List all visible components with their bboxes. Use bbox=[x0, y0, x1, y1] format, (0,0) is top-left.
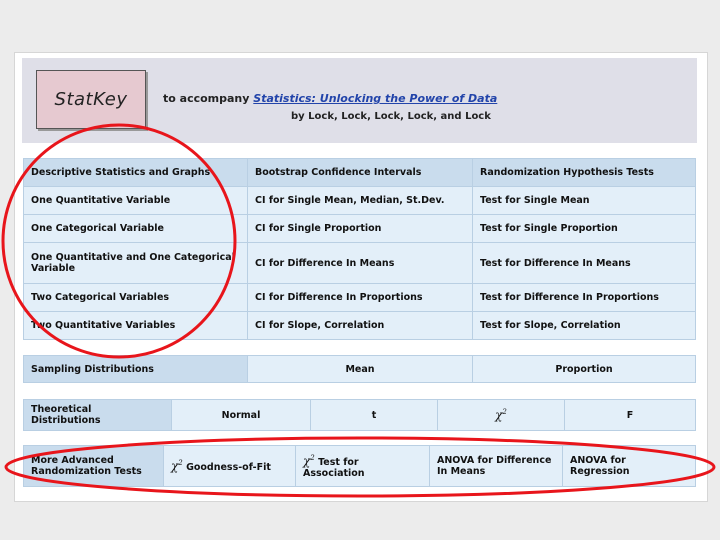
book-title-link[interactable]: Statistics: Unlocking the Power of Data bbox=[253, 92, 497, 105]
table-row: Two Quantitative Variables CI for Slope,… bbox=[23, 311, 696, 340]
randomization-link[interactable]: Test for Difference In Means bbox=[472, 242, 696, 284]
bootstrap-link[interactable]: CI for Single Mean, Median, St.Dev. bbox=[247, 186, 473, 215]
bootstrap-column-header: Bootstrap Confidence Intervals bbox=[247, 158, 473, 187]
chi-superscript: 2 bbox=[502, 408, 507, 416]
descriptive-link[interactable]: One Quantitative and One Categorical Var… bbox=[23, 242, 248, 284]
chi-square-symbol: χ2 bbox=[303, 454, 315, 468]
randomization-link[interactable]: Test for Single Mean bbox=[472, 186, 696, 215]
theoretical-chi-square-link[interactable]: χ2 bbox=[437, 399, 565, 431]
randomization-column-header: Randomization Hypothesis Tests bbox=[472, 158, 696, 187]
randomization-link[interactable]: Test for Difference In Proportions bbox=[472, 283, 696, 312]
sampling-mean-link[interactable]: Mean bbox=[247, 355, 473, 383]
randomization-link[interactable]: Test for Slope, Correlation bbox=[472, 311, 696, 340]
column-header-row: Descriptive Statistics and Graphs Bootst… bbox=[23, 158, 696, 187]
chi-square-symbol: χ2 bbox=[495, 408, 507, 422]
chi-square-symbol: χ2 bbox=[171, 459, 183, 473]
chi-superscript: 2 bbox=[310, 453, 315, 462]
tagline-prefix: to accompany bbox=[163, 92, 254, 105]
theoretical-distributions-band: Theoretical Distributions Normal t χ2 F bbox=[23, 399, 696, 431]
anova-difference-in-means-link[interactable]: ANOVA for Difference In Means bbox=[429, 445, 563, 487]
descriptive-link[interactable]: One Categorical Variable bbox=[23, 214, 248, 243]
anova-regression-link[interactable]: ANOVA for Regression bbox=[562, 445, 696, 487]
advanced-tests-band: More Advanced Randomization Tests χ2 Goo… bbox=[23, 445, 696, 487]
randomization-link[interactable]: Test for Single Proportion bbox=[472, 214, 696, 243]
sampling-distributions-label: Sampling Distributions bbox=[23, 355, 248, 383]
descriptive-link[interactable]: One Quantitative Variable bbox=[23, 186, 248, 215]
table-row: One Quantitative and One Categorical Var… bbox=[23, 242, 696, 284]
theoretical-distributions-label: Theoretical Distributions bbox=[23, 399, 172, 431]
bootstrap-link[interactable]: CI for Slope, Correlation bbox=[247, 311, 473, 340]
bootstrap-link[interactable]: CI for Difference In Proportions bbox=[247, 283, 473, 312]
descriptive-link[interactable]: Two Quantitative Variables bbox=[23, 311, 248, 340]
table-row: Two Categorical Variables CI for Differe… bbox=[23, 283, 696, 312]
bootstrap-link[interactable]: CI for Difference In Means bbox=[247, 242, 473, 284]
goodness-of-fit-label: Goodness-of-Fit bbox=[186, 462, 271, 473]
descriptive-link[interactable]: Two Categorical Variables bbox=[23, 283, 248, 312]
header-tagline: to accompany Statistics: Unlocking the P… bbox=[163, 92, 497, 105]
table-row: One Categorical Variable CI for Single P… bbox=[23, 214, 696, 243]
goodness-of-fit-link[interactable]: χ2 Goodness-of-Fit bbox=[163, 445, 296, 487]
procedures-table: Descriptive Statistics and Graphs Bootst… bbox=[23, 158, 696, 340]
header-byline: by Lock, Lock, Lock, Lock, and Lock bbox=[291, 111, 491, 122]
logo-text: StatKey bbox=[54, 89, 128, 110]
theoretical-normal-link[interactable]: Normal bbox=[171, 399, 311, 431]
advanced-tests-label: More Advanced Randomization Tests bbox=[23, 445, 164, 487]
test-for-association-link[interactable]: χ2 Test for Association bbox=[295, 445, 430, 487]
descriptive-column-header: Descriptive Statistics and Graphs bbox=[23, 158, 248, 187]
sampling-proportion-link[interactable]: Proportion bbox=[472, 355, 696, 383]
statkey-logo[interactable]: StatKey bbox=[36, 70, 146, 129]
theoretical-f-link[interactable]: F bbox=[564, 399, 696, 431]
theoretical-t-link[interactable]: t bbox=[310, 399, 438, 431]
bootstrap-link[interactable]: CI for Single Proportion bbox=[247, 214, 473, 243]
chi-superscript: 2 bbox=[178, 459, 183, 467]
sampling-distributions-band: Sampling Distributions Mean Proportion bbox=[23, 355, 696, 383]
table-row: One Quantitative Variable CI for Single … bbox=[23, 186, 696, 215]
